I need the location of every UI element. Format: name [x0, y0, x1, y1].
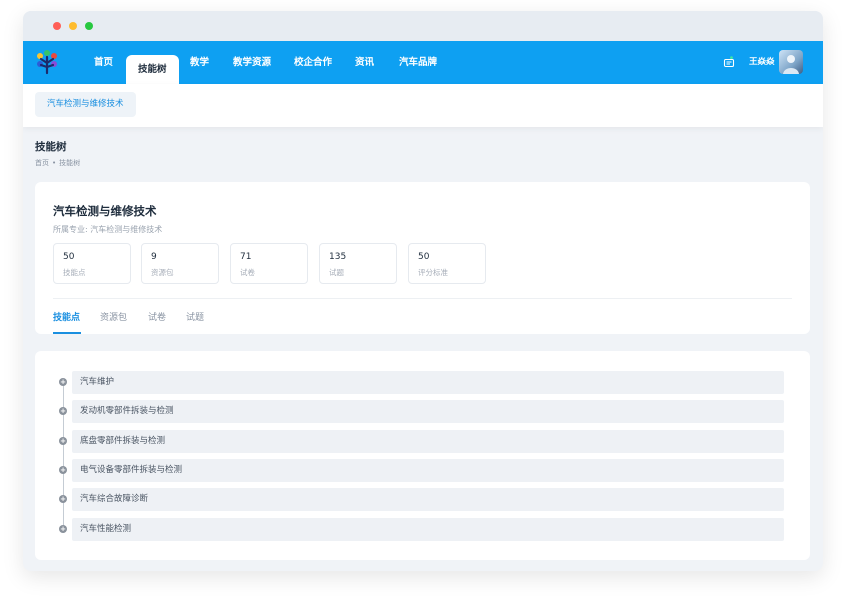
page-title: 技能树 [35, 141, 67, 153]
sub-navbar: 汽车检测与维修技术 [23, 84, 823, 127]
tab-resource-packs[interactable]: 资源包 [100, 310, 127, 323]
tree-node-label[interactable]: 汽车综合故障诊断 [72, 488, 784, 511]
top-navbar: 首页 技能树 教学 教学资源 校企合作 资讯 汽车品牌 王焱焱 [23, 41, 823, 84]
stat-value: 50 [418, 252, 430, 262]
nav-item-school-enterprise[interactable]: 校企合作 [294, 41, 332, 84]
tree-node: + 电气设备零部件拆装与检测 [59, 459, 784, 482]
tree-node-label[interactable]: 汽车性能检测 [72, 518, 784, 541]
nav-item-news[interactable]: 资讯 [355, 41, 374, 84]
site-logo[interactable] [34, 49, 60, 75]
plus-circle-icon[interactable]: + [59, 407, 67, 415]
window-titlebar [23, 11, 823, 41]
tree-node: + 汽车维护 [59, 371, 784, 394]
stat-questions: 135 试题 [319, 243, 397, 284]
stat-value: 71 [240, 252, 252, 262]
stat-label: 试卷 [240, 268, 255, 277]
tree-node: + 发动机零部件拆装与检测 [59, 400, 784, 423]
minimize-window-button[interactable] [69, 22, 77, 30]
tree-node-label[interactable]: 电气设备零部件拆装与检测 [72, 459, 784, 482]
tree-node-label[interactable]: 发动机零部件拆装与检测 [72, 400, 784, 423]
nav-item-skill-tree[interactable]: 技能树 [126, 55, 179, 84]
user-avatar[interactable] [779, 50, 803, 74]
message-icon[interactable] [723, 56, 735, 68]
stat-label: 技能点 [63, 268, 86, 277]
stat-scoring-standards: 50 评分标准 [408, 243, 486, 284]
stat-resource-packs: 9 资源包 [141, 243, 219, 284]
divider [53, 298, 792, 299]
breadcrumb-separator: • [52, 159, 57, 167]
stat-skill-points: 50 技能点 [53, 243, 131, 284]
user-name[interactable]: 王焱焱 [749, 41, 775, 84]
skill-tree-card: + 汽车维护 + 发动机零部件拆装与检测 + 底盘零部件拆装与检测 + 电气设备… [35, 351, 810, 560]
browser-window: 首页 技能树 教学 教学资源 校企合作 资讯 汽车品牌 王焱焱 汽车检测与维修技… [23, 11, 823, 571]
stat-value: 9 [151, 252, 157, 262]
course-subtab[interactable]: 汽车检测与维修技术 [35, 92, 136, 117]
breadcrumb-current: 技能树 [59, 159, 81, 167]
plus-circle-icon[interactable]: + [59, 437, 67, 445]
course-title: 汽车检测与维修技术 [53, 204, 157, 218]
maximize-window-button[interactable] [85, 22, 93, 30]
tab-questions[interactable]: 试题 [186, 310, 204, 323]
tree-node-label[interactable]: 汽车维护 [72, 371, 784, 394]
plus-circle-icon[interactable]: + [59, 495, 67, 503]
course-info-card: 汽车检测与维修技术 所属专业: 汽车检测与维修技术 50 技能点 9 资源包 7… [35, 182, 810, 334]
nav-item-home[interactable]: 首页 [94, 41, 113, 84]
tree-node: + 底盘零部件拆装与检测 [59, 430, 784, 453]
stat-value: 50 [63, 252, 75, 262]
stat-label: 评分标准 [418, 268, 448, 277]
plus-circle-icon[interactable]: + [59, 378, 67, 386]
tab-skill-points[interactable]: 技能点 [53, 310, 80, 323]
nav-item-teaching-resources[interactable]: 教学资源 [233, 41, 271, 84]
stat-value: 135 [329, 252, 347, 262]
stat-papers: 71 试卷 [230, 243, 308, 284]
breadcrumb: 首页 • 技能树 [35, 158, 80, 168]
course-major: 所属专业: 汽车检测与维修技术 [53, 225, 163, 234]
tab-papers[interactable]: 试卷 [148, 310, 166, 323]
stat-label: 试题 [329, 268, 344, 277]
tree-node-label[interactable]: 底盘零部件拆装与检测 [72, 430, 784, 453]
active-tab-indicator [53, 332, 81, 334]
nav-item-car-brands[interactable]: 汽车品牌 [399, 41, 437, 84]
plus-circle-icon[interactable]: + [59, 466, 67, 474]
nav-item-teaching[interactable]: 教学 [190, 41, 209, 84]
breadcrumb-home[interactable]: 首页 [35, 159, 49, 167]
plus-circle-icon[interactable]: + [59, 525, 67, 533]
close-window-button[interactable] [53, 22, 61, 30]
tree-node: + 汽车性能检测 [59, 518, 784, 541]
stat-label: 资源包 [151, 268, 174, 277]
tree-node: + 汽车综合故障诊断 [59, 488, 784, 511]
